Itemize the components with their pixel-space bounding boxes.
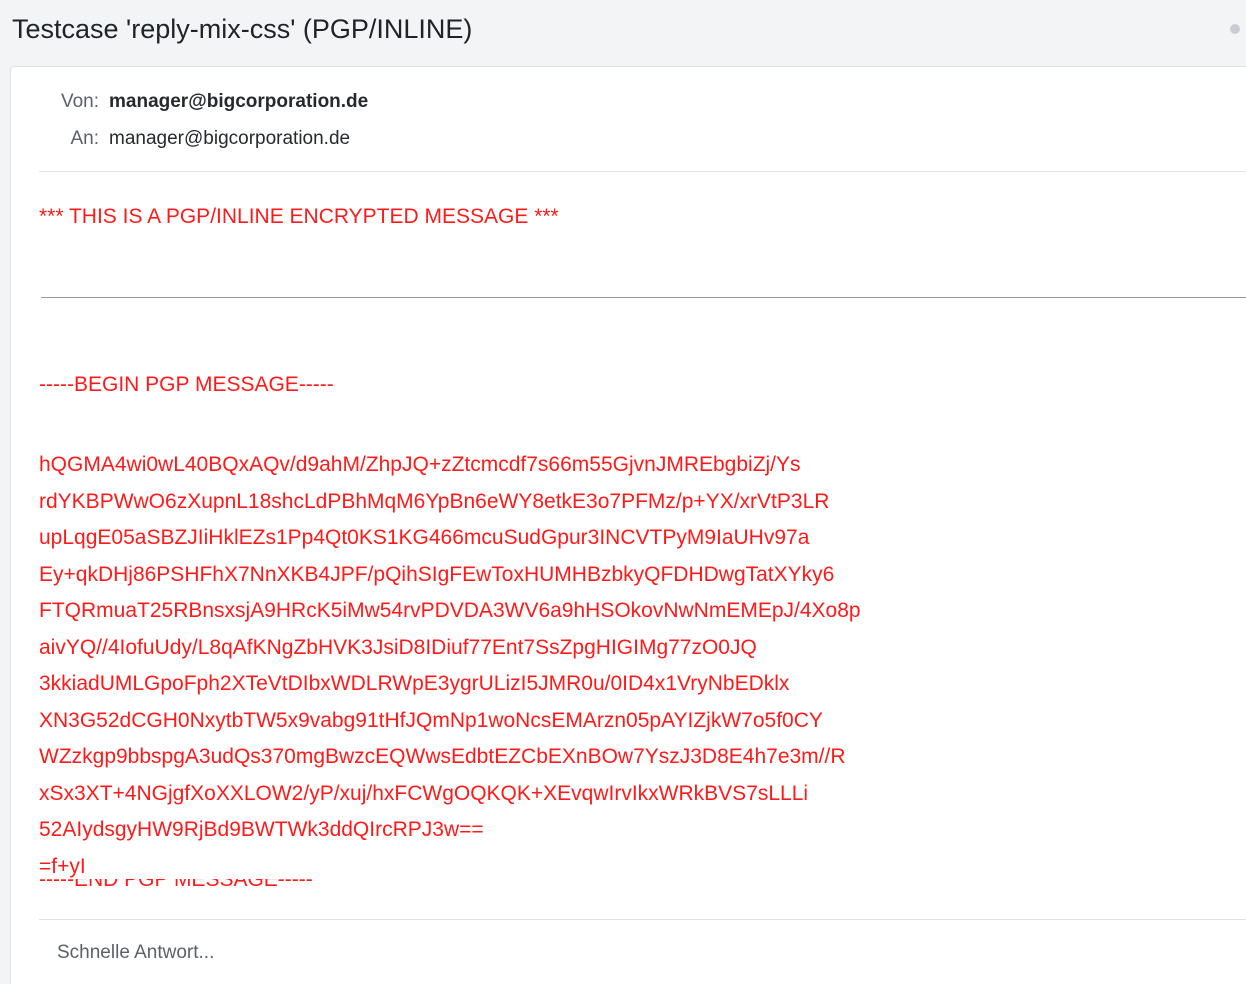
header-to-row: An: manager@bigcorporation.de	[11, 128, 350, 154]
pgp-line: 52AIydsgyHW9RjBd9BWTWk3ddQIrcRPJ3w==	[39, 818, 484, 841]
to-address[interactable]: manager@bigcorporation.de	[109, 128, 350, 149]
header-separator	[39, 171, 1246, 172]
to-label: An:	[70, 128, 99, 149]
pgp-line: xSx3XT+4NGjgfXoXXLOW2/yP/xuj/hxFCWgOQKQK…	[39, 781, 809, 805]
window-header: Testcase 'reply-mix-css' (PGP/INLINE)	[0, 0, 1246, 66]
pgp-line: 3kkiadUMLGpoFph2XTeVtDIbxWDLRWpE3ygrULiz…	[39, 672, 790, 695]
message-subject: Testcase 'reply-mix-css' (PGP/INLINE)	[12, 14, 473, 44]
encrypted-banner: *** THIS IS A PGP/INLINE ENCRYPTED MESSA…	[39, 205, 559, 228]
pgp-end-marker-clipped: -----END PGP MESSAGE-----	[39, 879, 313, 890]
from-address[interactable]: manager@bigcorporation.de	[109, 91, 368, 112]
quick-reply-bar[interactable]: Schnelle Antwort...	[39, 919, 1246, 984]
quick-reply-input[interactable]: Schnelle Antwort...	[57, 942, 214, 964]
pgp-line: aivYQ//4IofuUdy/L8qAfKNgZbHVK3JsiD8IDiuf…	[39, 635, 757, 659]
pgp-line: WZzkgp9bbspgA3udQs370mgBwzcEQWwsEdbtEZCb…	[39, 745, 846, 768]
status-dot-icon[interactable]	[1230, 24, 1240, 34]
pgp-line: FTQRmuaT25RBnsxsjA9HRcK5iMw54rvPDVDA3WV6…	[39, 599, 861, 622]
pgp-end-marker: -----END PGP MESSAGE-----	[39, 879, 313, 890]
pgp-line: rdYKBPWwO6zXupnL18shcLdPBhMqM6YpBn6eWY8e…	[39, 489, 830, 513]
from-label: Von:	[60, 91, 99, 112]
header-from-row: Von: manager@bigcorporation.de	[11, 91, 368, 117]
pgp-line: hQGMA4wi0wL40BQxAQv/d9ahM/ZhpJQ+zZtcmcdf…	[39, 453, 801, 476]
horizontal-rule	[41, 297, 1246, 298]
pgp-line: upLqgE05aSBZJIiHklEZs1Pp4Qt0KS1KG466mcuS…	[39, 526, 810, 549]
pgp-begin-marker: -----BEGIN PGP MESSAGE-----	[39, 373, 334, 396]
pgp-message-block: hQGMA4wi0wL40BQxAQv/d9ahM/ZhpJQ+zZtcmcdf…	[39, 447, 861, 885]
pgp-line: Ey+qkDHj86PSHFhX7NnXKB4JPF/pQihSIgFEwTox…	[39, 562, 835, 586]
pgp-line: XN3G52dCGH0NxytbTW5x9vabg91tHfJQmNp1woNc…	[39, 708, 823, 732]
message-card: Von: manager@bigcorporation.de An: manager…	[10, 66, 1246, 984]
